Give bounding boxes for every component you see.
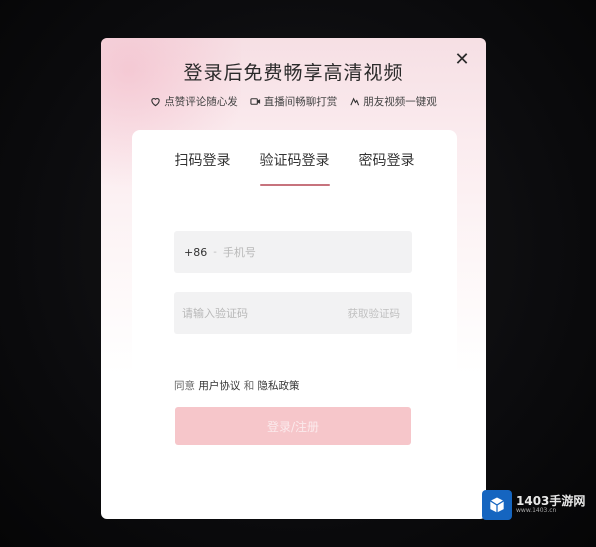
watermark-logo-icon (482, 490, 512, 520)
feature-label: 直播间畅聊打赏 (263, 96, 338, 108)
code-field: 获取验证码 (174, 292, 412, 334)
terms-link[interactable]: 用户协议 (198, 380, 240, 392)
agreement-text: 同意 用户协议 和 隐私政策 (174, 378, 300, 393)
feature-list: 点赞评论随心发 直播间畅聊打赏 朋友视频一键观 (101, 94, 486, 109)
watermark: 1403手游网 www.1403.cn (482, 490, 585, 520)
login-modal: ✕ 登录后免费畅享高清视频 点赞评论随心发 直播间畅聊打赏 朋友视频一键观 扫码… (101, 38, 486, 519)
privacy-link[interactable]: 隐私政策 (258, 380, 300, 392)
tab-code-login[interactable]: 验证码登录 (259, 150, 330, 186)
get-code-button[interactable]: 获取验证码 (348, 306, 413, 321)
phone-field: +86 - (174, 231, 412, 273)
camera-icon (250, 98, 260, 105)
code-input[interactable] (174, 306, 348, 320)
login-card: 扫码登录 验证码登录 密码登录 +86 - 获取验证码 同意 用户协议 和 隐私… (132, 130, 457, 468)
watermark-sub: www.1403.cn (516, 507, 557, 515)
watermark-text: 1403手游网 www.1403.cn (516, 494, 585, 515)
tab-qr-login[interactable]: 扫码登录 (175, 150, 231, 186)
agreement-and: 和 (243, 380, 255, 392)
phone-input[interactable] (222, 245, 412, 259)
feature-item: 点赞评论随心发 (150, 94, 238, 109)
feature-item: 朋友视频一键观 (349, 94, 437, 109)
feature-item: 直播间畅聊打赏 (250, 94, 338, 109)
login-tabs: 扫码登录 验证码登录 密码登录 (132, 150, 457, 186)
country-code[interactable]: +86 (174, 246, 207, 259)
tab-password-login[interactable]: 密码登录 (359, 150, 415, 186)
login-button[interactable]: 登录/注册 (175, 407, 411, 445)
modal-title: 登录后免费畅享高清视频 (183, 62, 404, 84)
share-icon (350, 97, 360, 106)
feature-label: 点赞评论随心发 (164, 96, 238, 108)
feature-label: 朋友视频一键观 (363, 96, 437, 108)
agreement-prefix: 同意 (174, 380, 195, 392)
heart-icon (151, 97, 160, 107)
country-code-separator: - (213, 246, 217, 258)
